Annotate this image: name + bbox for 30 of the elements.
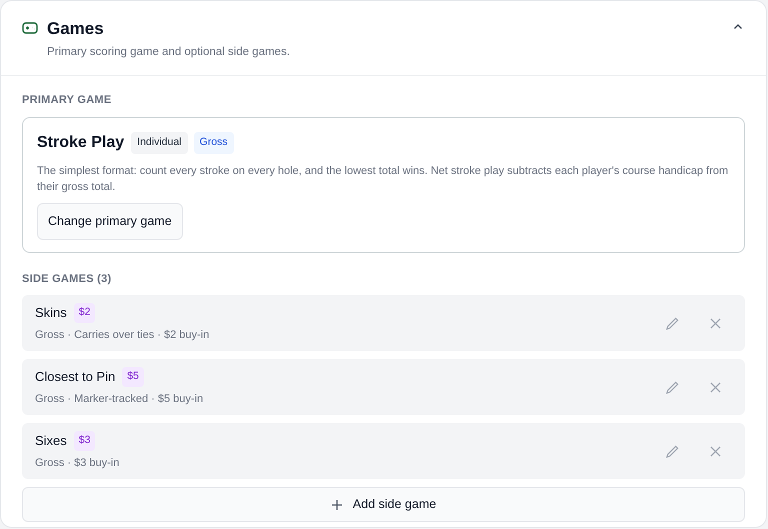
change-game-button[interactable]: Change primary game — [37, 202, 183, 240]
remove-button[interactable] — [708, 444, 723, 458]
side-game-name: Closest to Pin — [35, 368, 116, 386]
gamepad-icon — [22, 21, 38, 35]
buy-in-tag: $3 — [74, 430, 96, 451]
side-game-name: Sixes — [35, 432, 67, 450]
section-title: Games — [47, 18, 105, 40]
side-game-details: Gross · Marker-tracked · $5 buy-in — [35, 392, 204, 407]
buy-in-tag: $2 — [74, 302, 96, 323]
remove-button[interactable] — [708, 316, 723, 330]
section-heading: SIDE GAMES (3) — [22, 272, 112, 286]
side-game-details: Gross · Carries over ties · $2 buy-in — [35, 328, 210, 343]
game-name: Stroke Play — [37, 132, 124, 153]
plus-icon — [330, 498, 343, 510]
game-description: The simplest format: count every stroke on every hole, and the lowest total wins. Net stroke play subtracts each player's course handicap from their gross total. — [37, 164, 730, 195]
side-game-name: Skins — [35, 304, 67, 322]
close-icon — [710, 382, 721, 392]
tag: Gross — [194, 132, 234, 154]
tag: Individual — [131, 132, 188, 154]
pencil-icon — [665, 444, 680, 458]
add-side-game-button[interactable]: Add side game — [22, 487, 745, 522]
close-icon — [710, 446, 721, 456]
side-game-details: Gross · $3 buy-in — [35, 456, 120, 471]
buy-in-tag: $5 — [122, 366, 144, 387]
remove-button[interactable] — [708, 380, 723, 394]
close-icon — [710, 318, 721, 328]
pencil-icon — [665, 380, 680, 394]
section-heading: PRIMARY GAME — [22, 93, 112, 108]
pencil-icon — [665, 316, 680, 330]
section-subtitle: Primary scoring game and optional side games. — [47, 45, 291, 60]
